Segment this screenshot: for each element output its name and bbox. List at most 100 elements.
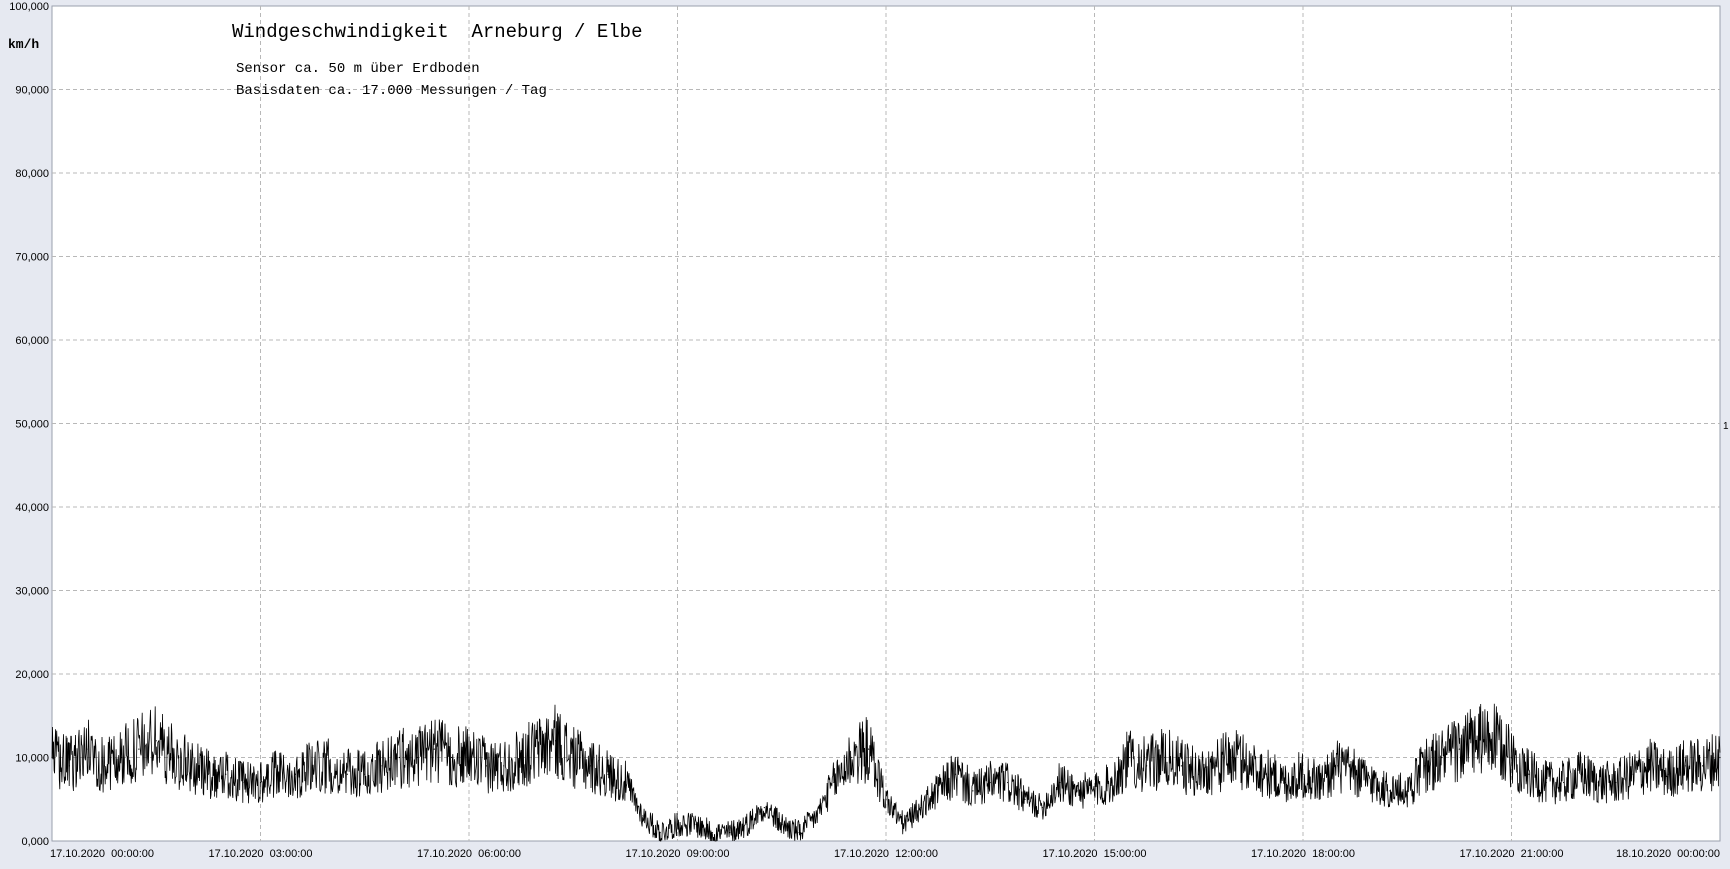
data-point [920,807,922,809]
data-point [225,773,227,775]
data-point [1476,740,1478,742]
data-point [1528,773,1530,775]
y-tick-label: 70,000 [15,252,49,264]
data-point [798,832,800,834]
data-point [885,798,887,800]
data-point [277,773,279,775]
data-point [937,790,939,792]
data-point [312,765,314,767]
data-point [468,756,470,759]
y-tick-label: 30,000 [15,586,49,598]
data-point [1510,756,1513,759]
x-axis-ticks: 17.10.2020 00:00:00 17.10.2020 03:00:00 17… [50,848,1720,860]
data-point [1319,781,1321,784]
data-point [868,748,870,750]
data-point [173,756,175,759]
y-tick-label: 100,000 [9,1,49,13]
right-edge-label: 1 [1723,421,1729,432]
x-tick-label: 17.10.2020 00:00:00 [50,848,154,860]
data-point [433,748,435,750]
y-tick-label: 10,000 [15,753,49,765]
x-tick-label: 17.10.2020 15:00:00 [1043,848,1147,860]
data-point [972,790,974,792]
data-point [850,756,852,759]
data-point [694,823,696,825]
data-point [1232,756,1235,759]
data-point [294,773,296,775]
data-point [120,756,123,759]
data-point [346,773,348,775]
data-point [1111,781,1113,784]
data-point [51,756,53,759]
data-point [259,781,262,784]
data-point [746,823,748,825]
chart-title: Windgeschwindigkeit Arneburg / Elbe [232,21,642,43]
x-tick-label: 17.10.2020 03:00:00 [209,848,313,860]
chart-subtitle-line-1: Sensor ca. 50 m über Erdboden [236,61,480,77]
data-point [103,765,105,767]
data-point [1719,756,1721,759]
data-point [590,765,592,767]
data-point [555,740,557,742]
data-point [485,765,487,767]
data-point [1267,773,1269,775]
data-point [642,815,644,817]
data-point [1128,756,1130,759]
y-tick-label: 60,000 [15,335,49,347]
data-point [86,748,88,750]
data-point [1615,781,1617,784]
data-point [1180,765,1182,767]
chart-canvas: 0,000 10,000 20,000 30,000 40,000 50,000 60,00… [0,0,1730,864]
data-point [1702,765,1704,767]
data-point [155,740,157,742]
data-point [1580,773,1582,775]
data-point [1458,748,1460,750]
y-tick-label: 80,000 [15,168,49,180]
data-point [1250,765,1252,767]
data-point [1163,756,1165,759]
data-point [954,773,957,775]
data-point [1198,773,1200,775]
data-point [1007,781,1009,784]
x-tick-label: 18.10.2020 00:00:00 [1616,848,1720,860]
data-point [1285,781,1287,784]
y-tick-label: 90,000 [15,85,49,97]
data-point [190,765,192,767]
data-point [1493,740,1495,742]
x-tick-label: 17.10.2020 12:00:00 [834,848,938,860]
data-point [1597,781,1599,784]
data-point [451,756,453,759]
data-point [902,823,904,825]
data-point [711,832,713,834]
data-point [520,756,522,759]
data-point [1024,798,1026,800]
data-point [833,781,835,784]
x-tick-label: 17.10.2020 06:00:00 [417,848,521,860]
data-point [1302,773,1304,775]
data-point [1424,765,1426,767]
data-point [1649,765,1652,767]
data-point [659,832,661,834]
data-point [1354,773,1356,775]
x-tick-label: 17.10.2020 18:00:00 [1251,848,1355,860]
data-point [815,815,818,817]
data-point [1684,765,1686,767]
y-tick-label: 50,000 [15,419,49,431]
data-point [729,832,731,834]
data-point [1371,781,1374,784]
data-point [329,765,331,767]
data-point [364,773,366,775]
data-point [1093,790,1096,792]
data-point [676,823,679,825]
data-point [207,773,209,775]
data-point [607,773,609,775]
data-point [537,748,540,750]
data-point [1545,781,1547,784]
data-point [416,756,418,759]
data-point [68,765,70,767]
data-point [763,807,765,809]
y-tick-label: 40,000 [15,502,49,514]
data-point [1667,773,1669,775]
y-axis-label: km/h [8,37,39,52]
wind-speed-chart: 0,000 10,000 20,000 30,000 40,000 50,000 60,00… [0,0,1730,864]
